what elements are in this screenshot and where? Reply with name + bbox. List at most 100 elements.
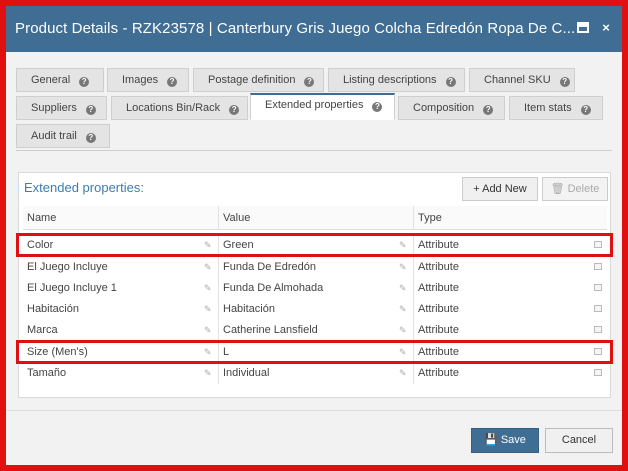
tab-general[interactable]: General? bbox=[16, 68, 104, 92]
value-cell[interactable]: L ✎ bbox=[219, 342, 414, 363]
help-icon[interactable]: ? bbox=[372, 102, 383, 112]
edit-icon[interactable]: ✎ bbox=[399, 369, 408, 378]
column-header-type[interactable]: Type bbox=[414, 206, 607, 230]
type-cell[interactable]: Attribute bbox=[414, 342, 607, 363]
edit-icon[interactable]: ✎ bbox=[204, 369, 213, 378]
type-cell[interactable]: Attribute bbox=[414, 235, 607, 256]
value-cell[interactable]: Catherine Lansfield ✎ bbox=[219, 320, 414, 341]
help-icon[interactable]: ? bbox=[559, 77, 570, 87]
column-header-value[interactable]: Value bbox=[219, 206, 414, 230]
tab-label: Listing descriptions bbox=[343, 74, 437, 86]
edit-icon[interactable]: ✎ bbox=[399, 326, 408, 335]
close-icon[interactable]: × bbox=[600, 21, 612, 34]
tab-extended-properties[interactable]: Extended properties? bbox=[250, 93, 395, 120]
tab-images[interactable]: Images? bbox=[107, 68, 189, 92]
name-cell[interactable]: Marca ✎ bbox=[23, 320, 219, 341]
add-new-button[interactable]: + Add New bbox=[462, 177, 538, 201]
help-icon[interactable]: ? bbox=[85, 105, 96, 115]
value-text: Individual bbox=[223, 367, 270, 379]
table-row[interactable]: El Juego Incluye 1 ✎ Funda De Almohada ✎ A… bbox=[23, 278, 607, 299]
edit-icon[interactable]: ✎ bbox=[204, 263, 213, 272]
help-icon[interactable]: ? bbox=[580, 105, 591, 115]
save-button[interactable]: 💾 Save bbox=[471, 428, 539, 453]
type-cell[interactable]: Attribute bbox=[414, 363, 607, 384]
value-cell[interactable]: Habitación ✎ bbox=[219, 299, 414, 320]
name-text: Size (Men's) bbox=[27, 346, 88, 358]
type-cell[interactable]: Attribute bbox=[414, 299, 607, 320]
table-row[interactable]: El Juego Incluye ✎ Funda De Edredón ✎ Attr… bbox=[23, 257, 607, 278]
value-cell[interactable]: Funda De Edredón ✎ bbox=[219, 257, 414, 278]
table-row[interactable]: Size (Men's) ✎ L ✎ Attribute bbox=[23, 342, 607, 363]
help-icon[interactable]: ? bbox=[445, 77, 456, 87]
name-cell[interactable]: Habitación ✎ bbox=[23, 299, 219, 320]
name-text: Tamaño bbox=[27, 367, 67, 379]
name-text: El Juego Incluye bbox=[27, 261, 108, 273]
panel-title: Extended properties: bbox=[24, 180, 144, 195]
extended-properties-panel: Extended properties: + Add New 🗑 Delete … bbox=[16, 172, 613, 398]
tab-label: Item stats bbox=[524, 102, 572, 114]
tab-item-stats[interactable]: Item stats? bbox=[509, 96, 603, 120]
name-cell[interactable]: Color ✎ bbox=[23, 235, 219, 256]
tab-locations-bin-rack[interactable]: Locations Bin/Rack? bbox=[111, 96, 248, 120]
dropdown-icon[interactable] bbox=[594, 326, 602, 333]
tab-divider bbox=[16, 150, 612, 151]
edit-icon[interactable]: ✎ bbox=[204, 241, 213, 250]
help-icon[interactable]: ? bbox=[483, 105, 494, 115]
delete-button[interactable]: 🗑 Delete bbox=[542, 177, 608, 201]
help-icon[interactable]: ? bbox=[304, 77, 315, 87]
edit-icon[interactable]: ✎ bbox=[399, 348, 408, 357]
edit-icon[interactable]: ✎ bbox=[399, 305, 408, 314]
tab-label: Channel SKU bbox=[484, 74, 551, 86]
table-row[interactable]: Marca ✎ Catherine Lansfield ✎ Attribute bbox=[23, 320, 607, 341]
dialog-titlebar: Product Details - RZK23578 | Canterbury … bbox=[6, 6, 622, 52]
dropdown-icon[interactable] bbox=[594, 263, 602, 270]
type-text: Attribute bbox=[418, 346, 459, 358]
help-icon[interactable]: ? bbox=[85, 133, 96, 143]
edit-icon[interactable]: ✎ bbox=[204, 284, 213, 293]
value-cell[interactable]: Funda De Almohada ✎ bbox=[219, 278, 414, 299]
edit-icon[interactable]: ✎ bbox=[399, 241, 408, 250]
name-text: Marca bbox=[27, 324, 58, 336]
tab-postage-definition[interactable]: Postage definition? bbox=[193, 68, 324, 92]
name-cell[interactable]: El Juego Incluye ✎ bbox=[23, 257, 219, 278]
value-cell[interactable]: Individual ✎ bbox=[219, 363, 414, 384]
table-row[interactable]: Habitación ✎ Habitación ✎ Attribute bbox=[23, 299, 607, 320]
footer-divider bbox=[6, 410, 622, 411]
type-cell[interactable]: Attribute bbox=[414, 278, 607, 299]
edit-icon[interactable]: ✎ bbox=[204, 326, 213, 335]
tab-audit-trail[interactable]: Audit trail? bbox=[16, 124, 110, 148]
name-text: Habitación bbox=[27, 303, 79, 315]
type-text: Attribute bbox=[418, 324, 459, 336]
dropdown-icon[interactable] bbox=[594, 284, 602, 291]
name-cell[interactable]: Tamaño ✎ bbox=[23, 363, 219, 384]
tab-suppliers[interactable]: Suppliers? bbox=[16, 96, 107, 120]
type-text: Attribute bbox=[418, 239, 459, 251]
name-cell[interactable]: El Juego Incluye 1 ✎ bbox=[23, 278, 219, 299]
edit-icon[interactable]: ✎ bbox=[399, 284, 408, 293]
type-cell[interactable]: Attribute bbox=[414, 257, 607, 278]
help-icon[interactable]: ? bbox=[229, 105, 240, 115]
edit-icon[interactable]: ✎ bbox=[204, 348, 213, 357]
edit-icon[interactable]: ✎ bbox=[399, 263, 408, 272]
cancel-button[interactable]: Cancel bbox=[545, 428, 613, 453]
tab-channel-sku[interactable]: Channel SKU? bbox=[469, 68, 575, 92]
value-cell[interactable]: Green ✎ bbox=[219, 235, 414, 256]
dropdown-icon[interactable] bbox=[594, 348, 602, 355]
value-text: Funda De Edredón bbox=[223, 261, 316, 273]
help-icon[interactable]: ? bbox=[167, 77, 178, 87]
value-text: Catherine Lansfield bbox=[223, 324, 318, 336]
table-row[interactable]: Color ✎ Green ✎ Attribute bbox=[23, 235, 607, 256]
table-row[interactable]: Tamaño ✎ Individual ✎ Attribute bbox=[23, 363, 607, 384]
tab-label: Images bbox=[122, 74, 159, 86]
edit-icon[interactable]: ✎ bbox=[204, 305, 213, 314]
tab-composition[interactable]: Composition? bbox=[398, 96, 505, 120]
name-cell[interactable]: Size (Men's) ✎ bbox=[23, 342, 219, 363]
tab-listing-descriptions[interactable]: Listing descriptions? bbox=[328, 68, 465, 92]
dropdown-icon[interactable] bbox=[594, 305, 602, 312]
dropdown-icon[interactable] bbox=[594, 369, 602, 376]
column-header-name[interactable]: Name bbox=[23, 206, 219, 230]
maximize-icon[interactable] bbox=[577, 22, 589, 33]
help-icon[interactable]: ? bbox=[79, 77, 90, 87]
dropdown-icon[interactable] bbox=[594, 241, 602, 248]
type-cell[interactable]: Attribute bbox=[414, 320, 607, 341]
